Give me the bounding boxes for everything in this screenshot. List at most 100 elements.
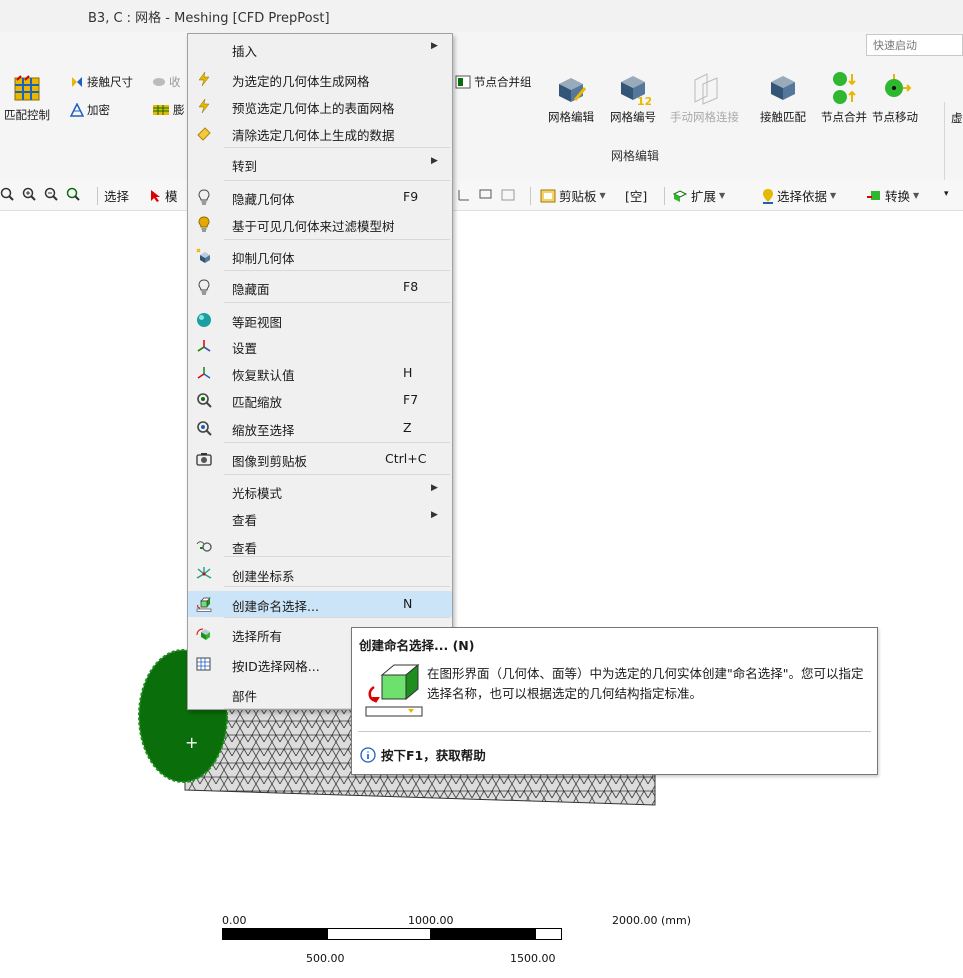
node-merge-label: 节点合并 bbox=[821, 110, 867, 124]
menu-item-label: 光标模式 bbox=[232, 486, 283, 501]
menu-item-label: 抑制几何体 bbox=[232, 251, 295, 266]
axes-reset-icon bbox=[197, 367, 211, 379]
extend-icon bbox=[672, 189, 688, 202]
mesh-edit-button[interactable]: 网格编辑 bbox=[548, 70, 594, 125]
menu-item[interactable]: 基于可见几何体来过滤模型树 bbox=[188, 211, 452, 237]
manual-mesh-connection-label: 手动网格连接 bbox=[670, 110, 739, 124]
menu-item-label: 隐藏面 bbox=[232, 282, 270, 297]
menu-item[interactable]: 清除选定几何体上生成的数据 bbox=[188, 120, 452, 146]
manual-mesh-connection-icon bbox=[694, 73, 717, 105]
node-move-button[interactable]: 节点移动 bbox=[872, 70, 918, 125]
menu-item-shortcut: Z bbox=[403, 420, 412, 435]
extend-label: 扩展 bbox=[691, 189, 717, 204]
menu-item[interactable]: 匹配缩放 F7 bbox=[188, 387, 452, 413]
suppress-icon bbox=[196, 248, 210, 263]
contact-sizing-button[interactable]: 接触尺寸 bbox=[70, 74, 133, 90]
label-icon[interactable] bbox=[478, 187, 494, 203]
menu-item-label: 恢复默认值 bbox=[232, 368, 295, 383]
zoom-out-icon[interactable] bbox=[44, 187, 58, 203]
mesh-numbering-button[interactable]: 12 网格编号 bbox=[610, 70, 656, 125]
window-title: B3, C : 网格 - Meshing [CFD PrepPost] bbox=[88, 11, 330, 26]
ribbon-group-separator bbox=[944, 102, 945, 182]
menu-item[interactable]: 抑制几何体 bbox=[188, 243, 452, 269]
menu-item[interactable]: 插入 ▶ bbox=[188, 36, 452, 62]
menu-item[interactable]: 查看 ▶ bbox=[188, 505, 452, 531]
match-control-label: 匹配控制 bbox=[4, 108, 50, 122]
menu-item[interactable]: 设置 bbox=[188, 333, 452, 359]
menu-item[interactable]: 光标模式 ▶ bbox=[188, 478, 452, 504]
ribbon-next-item[interactable]: 虚 bbox=[951, 110, 963, 126]
convert-icon bbox=[867, 190, 880, 200]
tooltip-body: 在图形界面（几何体、面等）中为选定的几何实体创建"命名选择"。您可以指定选择名称… bbox=[427, 666, 864, 701]
bulb-off-icon bbox=[198, 279, 210, 295]
menu-item[interactable]: 恢复默认值 H bbox=[188, 360, 452, 386]
menu-item[interactable]: 缩放至选择 Z bbox=[188, 415, 452, 441]
contact-icon bbox=[72, 77, 82, 87]
context-menu: 插入 ▶ 为选定的几何体生成网格 预览选定几何体上的表面网格 清除选定几何体上生成的数据… bbox=[187, 33, 453, 710]
menu-item[interactable]: 图像到剪贴板 Ctrl+C bbox=[188, 446, 452, 472]
extend-dropdown[interactable]: 扩展 ▼ bbox=[672, 186, 725, 205]
menu-item-label: 创建坐标系 bbox=[232, 569, 295, 584]
submenu-arrow-icon: ▶ bbox=[431, 510, 438, 520]
menu-separator bbox=[224, 270, 450, 271]
contact-match-button[interactable]: 接触匹配 bbox=[760, 70, 806, 125]
tooltip: 创建命名选择... (N) 在图形界面（几何体、面等）中为选定的几何实体创建"命… bbox=[351, 627, 878, 775]
toolbar-overflow-icon[interactable]: ▾ bbox=[944, 189, 949, 199]
scale-label: 2000.00 (mm) bbox=[612, 914, 691, 927]
convert-dropdown[interactable]: 转换 ▼ bbox=[866, 186, 919, 205]
shrink-button[interactable]: 收 bbox=[152, 74, 181, 90]
inflation-button[interactable]: 膨 bbox=[152, 102, 185, 118]
inflation-icon bbox=[153, 105, 169, 115]
menu-item[interactable]: 创建命名选择... N bbox=[188, 591, 452, 617]
select-by-dropdown[interactable]: 选择依据 ▼ bbox=[762, 186, 836, 205]
menu-item-label: 部件 bbox=[232, 689, 258, 704]
mesh-edit-icon bbox=[559, 78, 587, 102]
refine-button[interactable]: 加密 bbox=[70, 102, 110, 118]
tooltip-help: 按下F1，获取帮助 bbox=[360, 745, 486, 764]
menu-item[interactable]: 等距视图 bbox=[188, 307, 452, 333]
menu-item[interactable]: 隐藏面 F8 bbox=[188, 274, 452, 300]
node-move-icon bbox=[885, 74, 912, 97]
zoom-fit-icon[interactable] bbox=[66, 187, 80, 203]
submenu-arrow-icon: ▶ bbox=[431, 483, 438, 493]
menu-item[interactable]: 转到 ▶ bbox=[188, 151, 452, 177]
info-icon bbox=[360, 746, 376, 763]
menu-item-label: 清除选定几何体上生成的数据 bbox=[232, 128, 395, 143]
quick-launch-input[interactable]: 快速启动 bbox=[866, 34, 963, 56]
menu-item[interactable]: 为选定的几何体生成网格 bbox=[188, 66, 452, 92]
ribbon-group-label: 网格编辑 bbox=[611, 149, 660, 163]
menu-item[interactable]: 创建坐标系 bbox=[188, 561, 452, 587]
menu-item-shortcut: F7 bbox=[403, 392, 419, 407]
menu-item-label: 插入 bbox=[232, 44, 258, 59]
node-merge-group-label: 节点合并组 bbox=[474, 75, 532, 89]
match-control-button[interactable]: 匹配控制 bbox=[4, 72, 50, 123]
inflation-label: 膨 bbox=[173, 103, 185, 117]
select-mode-button[interactable]: 模 bbox=[150, 186, 178, 205]
scale-label: 500.00 bbox=[306, 952, 345, 965]
contact-sizing-label: 接触尺寸 bbox=[87, 75, 133, 89]
node-merge-button[interactable]: 节点合并 bbox=[821, 70, 867, 125]
menu-item-label: 查看 bbox=[232, 541, 258, 556]
ribbon: 匹配控制 接触尺寸 收 加密 膨 节点合并组 网格编辑 12 网格编号 手动网格… bbox=[0, 32, 963, 182]
zoom-icon[interactable] bbox=[0, 187, 14, 203]
match-control-icon bbox=[14, 75, 40, 101]
select-label: 选择 bbox=[104, 186, 129, 205]
contact-match-icon bbox=[771, 76, 795, 100]
menu-item[interactable]: 预览选定几何体上的表面网格 bbox=[188, 93, 452, 119]
menu-item[interactable]: 隐藏几何体 F9 bbox=[188, 184, 452, 210]
coordinate-icon[interactable] bbox=[456, 187, 472, 203]
annotation-icon[interactable] bbox=[500, 187, 516, 203]
zoom-select-icon bbox=[197, 421, 212, 436]
menu-item-shortcut: F8 bbox=[403, 279, 419, 294]
graphics-toolbar: 选择 模 剪贴板 ▼ [空] 扩展 ▼ 选择依据 ▼ 转换 ▼ ▾ bbox=[0, 180, 963, 211]
scale-label: 0.00 bbox=[222, 914, 247, 927]
node-merge-group-button[interactable]: 节点合并组 bbox=[455, 74, 532, 90]
shrink-label: 收 bbox=[169, 75, 181, 89]
zoom-in-icon[interactable] bbox=[22, 187, 36, 203]
manual-mesh-connection-button[interactable]: 手动网格连接 bbox=[670, 70, 739, 125]
camera-icon bbox=[196, 453, 212, 466]
select-by-id-icon bbox=[196, 657, 211, 671]
clipboard-dropdown[interactable]: 剪贴板 ▼ bbox=[540, 186, 606, 205]
menu-item-label: 为选定的几何体生成网格 bbox=[232, 74, 370, 89]
menu-separator bbox=[224, 302, 450, 303]
